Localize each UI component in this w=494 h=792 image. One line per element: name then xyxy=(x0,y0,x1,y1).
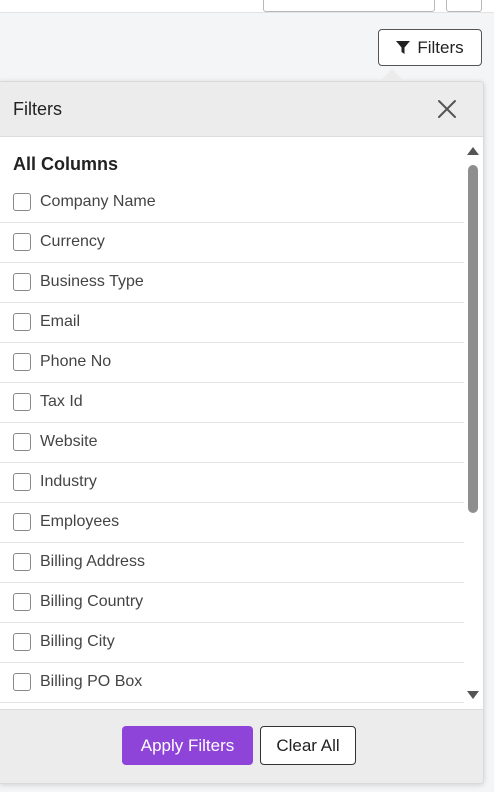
close-button[interactable] xyxy=(434,96,460,122)
checkbox[interactable] xyxy=(13,353,31,371)
checkbox[interactable] xyxy=(13,513,31,531)
checkbox[interactable] xyxy=(13,593,31,611)
scroll-down-arrow-icon[interactable] xyxy=(467,691,479,699)
item-label: Billing Country xyxy=(40,593,144,610)
item-label: Business Type xyxy=(40,273,144,290)
checkbox[interactable] xyxy=(13,633,31,651)
item-label: Currency xyxy=(40,233,105,250)
checkbox[interactable] xyxy=(13,433,31,451)
item-label: Company Name xyxy=(40,193,156,210)
apply-filters-button[interactable]: Apply Filters xyxy=(122,726,253,765)
checkbox[interactable] xyxy=(13,273,31,291)
checkbox[interactable] xyxy=(13,473,31,491)
list-item[interactable]: Billing PO Box xyxy=(0,664,464,703)
list-item[interactable]: Business Type xyxy=(0,264,464,303)
item-label: Billing Address xyxy=(40,553,145,570)
toolbar-button-partial[interactable] xyxy=(446,0,482,12)
list-item[interactable]: Company Name xyxy=(0,184,464,223)
popover-caret xyxy=(380,69,404,81)
list-item[interactable]: Currency xyxy=(0,224,464,263)
search-field-partial[interactable] xyxy=(263,0,435,12)
checkbox[interactable] xyxy=(13,553,31,571)
list-item[interactable]: Tax Id xyxy=(0,384,464,423)
checkbox[interactable] xyxy=(13,393,31,411)
checkbox[interactable] xyxy=(13,313,31,331)
list-item[interactable]: Employees xyxy=(0,504,464,543)
item-label: Billing City xyxy=(40,633,115,650)
item-label: Phone No xyxy=(40,353,112,370)
list-item[interactable]: Email xyxy=(0,304,464,343)
panel-title: Filters xyxy=(13,99,62,119)
list-item[interactable]: Billing City xyxy=(0,624,464,663)
column-list: Company Name Currency Business Type Emai… xyxy=(0,184,464,709)
item-label: Website xyxy=(40,433,98,450)
clear-all-button[interactable]: Clear All xyxy=(260,726,356,765)
filters-toggle-button[interactable]: Filters xyxy=(378,29,482,66)
item-label: Employees xyxy=(40,513,120,530)
scrollbar[interactable] xyxy=(464,137,482,709)
filters-panel: Filters All Columns Company Name Currenc… xyxy=(0,81,484,784)
checkbox[interactable] xyxy=(13,233,31,251)
scrollbar-thumb[interactable] xyxy=(468,165,478,513)
list-item[interactable]: Billing Country xyxy=(0,584,464,623)
checkbox[interactable] xyxy=(13,193,31,211)
list-item[interactable]: Billing Address xyxy=(0,544,464,583)
item-label: Industry xyxy=(40,473,97,490)
item-label: Tax Id xyxy=(40,393,83,410)
section-title: All Columns xyxy=(13,154,119,174)
list-item[interactable]: Industry xyxy=(0,464,464,503)
top-toolbar-strip xyxy=(0,0,494,13)
checkbox[interactable] xyxy=(13,673,31,691)
panel-header: Filters xyxy=(0,82,483,137)
item-label: Email xyxy=(40,313,81,330)
list-item[interactable]: Website xyxy=(0,424,464,463)
panel-body: All Columns Company Name Currency Busine… xyxy=(0,137,483,709)
list-item[interactable]: Phone No xyxy=(0,344,464,383)
scroll-up-arrow-icon[interactable] xyxy=(467,147,479,155)
filters-toggle-label: Filters xyxy=(417,37,464,57)
panel-footer: Apply Filters Clear All xyxy=(0,709,483,783)
close-icon xyxy=(438,100,456,118)
filter-funnel-icon xyxy=(396,40,411,54)
item-label: Billing PO Box xyxy=(40,673,143,690)
